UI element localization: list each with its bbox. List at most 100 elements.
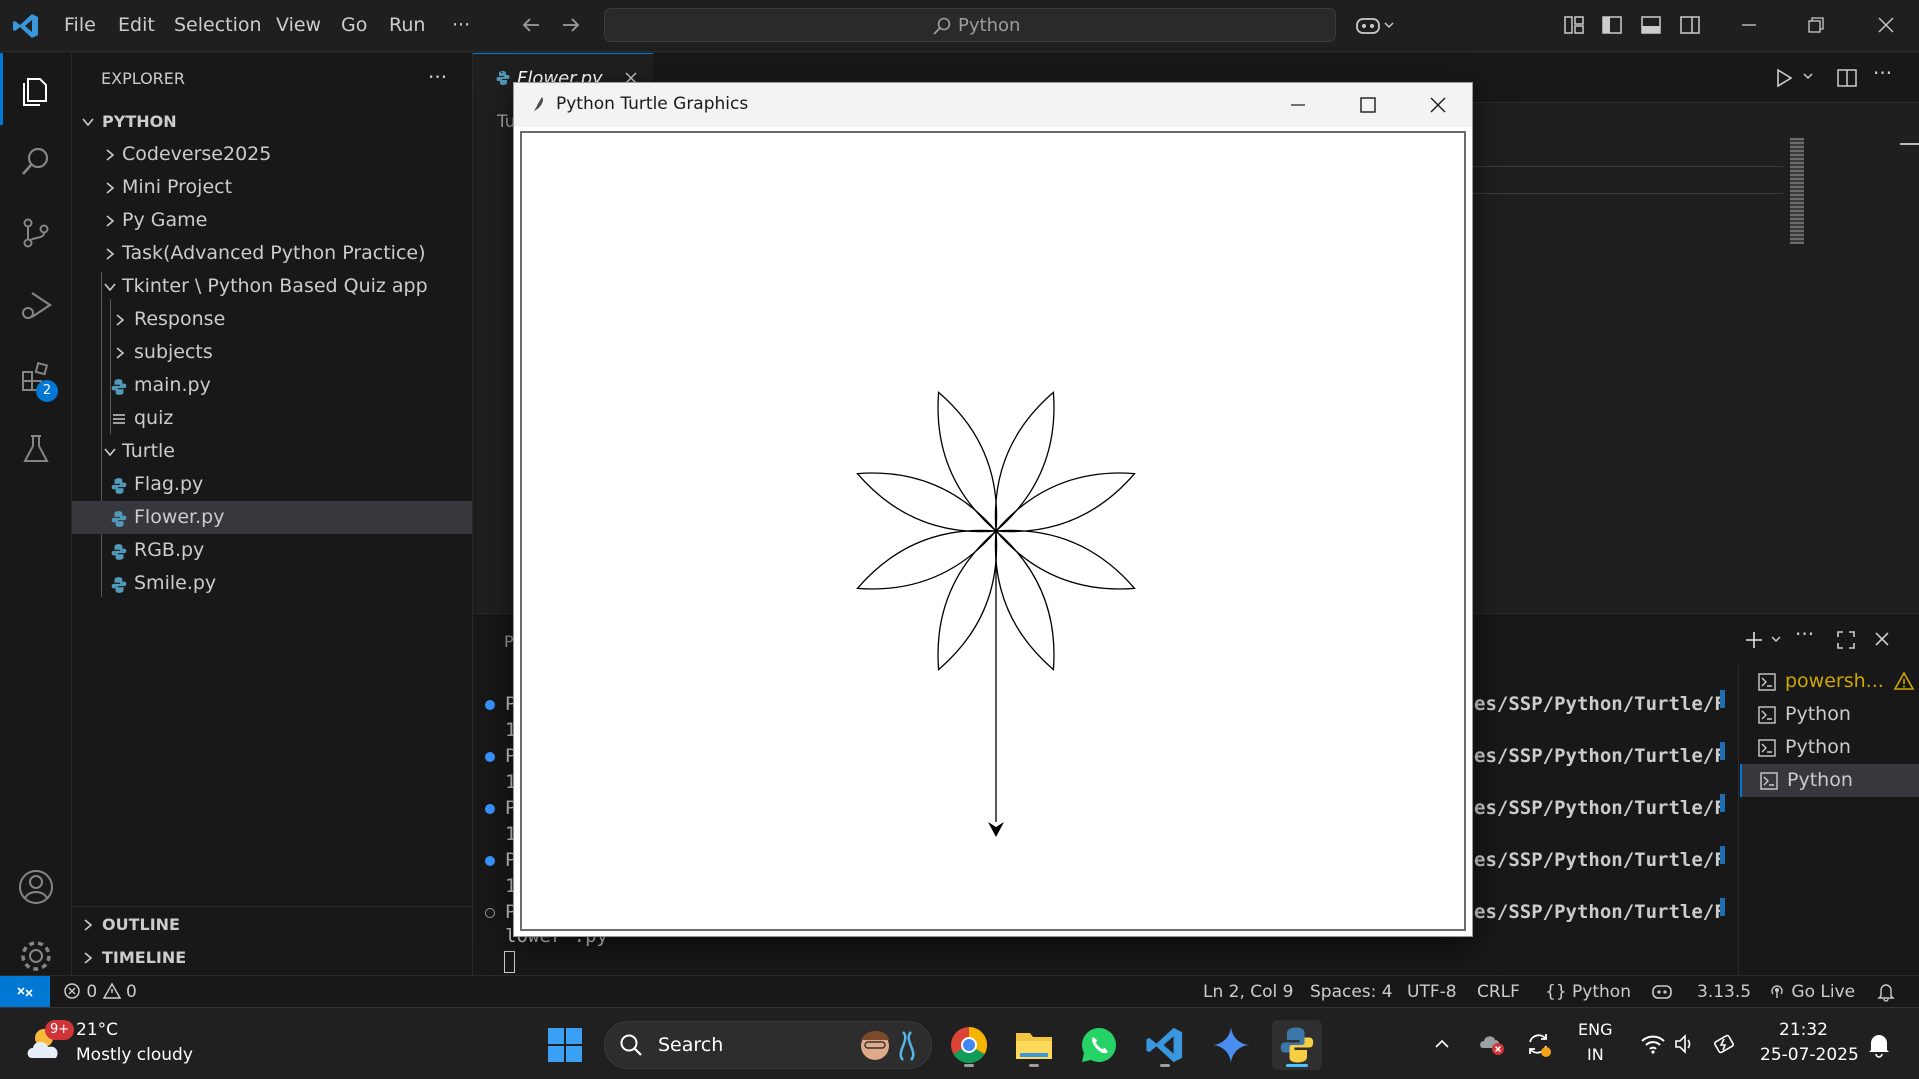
file-explorer-app-icon[interactable] [1009,1020,1059,1070]
menu-file[interactable]: File [64,14,96,36]
turtle-title-bar[interactable]: Python Turtle Graphics [514,83,1472,127]
toggle-sidebar-icon[interactable] [1601,14,1623,36]
extensions-icon[interactable]: 2 [0,341,72,413]
terminal-instance[interactable]: powersh... [1740,665,1919,698]
terminal-instance[interactable]: Python [1740,698,1919,731]
copilot-status-icon[interactable] [1651,982,1673,1002]
command-status-dot[interactable] [485,700,495,710]
turtle-maximize-icon[interactable] [1358,95,1378,115]
problems-indicator[interactable]: 0 0 [63,982,137,1002]
turtle-canvas[interactable] [520,131,1466,931]
tree-item[interactable]: Response [72,303,472,336]
sync-icon[interactable] [1524,1030,1552,1058]
tree-item[interactable]: Py Game [72,204,472,237]
command-status-dot[interactable] [485,856,495,866]
tree-item[interactable]: subjects [72,336,472,369]
run-debug-icon[interactable] [0,269,72,341]
command-status-dot[interactable] [485,752,495,762]
menu-go[interactable]: Go [341,14,367,36]
indentation[interactable]: Spaces: 4 [1310,982,1393,1002]
copilot-icon[interactable] [1355,13,1395,37]
language-in[interactable]: IN [1587,1045,1604,1064]
weather-condition[interactable]: Mostly cloudy [76,1045,193,1065]
notifications-bell-icon[interactable] [1877,982,1895,1002]
menu-run[interactable]: Run [389,14,425,36]
editor-more-icon[interactable]: ··· [1873,61,1892,85]
cursor-position[interactable]: Ln 2, Col 9 [1203,982,1294,1002]
close-panel-icon[interactable] [1873,630,1891,648]
show-hidden-icons-chevron-icon[interactable] [1432,1034,1452,1054]
tree-item[interactable]: Task(Advanced Python Practice) [72,237,472,270]
section-header-python[interactable]: PYTHON [72,105,472,138]
panel-more-icon[interactable]: ··· [1795,622,1814,646]
menu-more[interactable]: ··· [452,14,470,36]
taskbar-search[interactable]: Search [604,1021,932,1069]
minimize-icon[interactable] [1738,14,1760,36]
turtle-close-icon[interactable] [1428,95,1448,115]
tree-item[interactable]: main.py [72,369,472,402]
run-dropdown-chevron-icon[interactable] [1801,69,1815,83]
python-version[interactable]: 3.13.5 [1697,982,1751,1002]
tree-item[interactable]: RGB.py [72,534,472,567]
notification-center-icon[interactable] [1866,1032,1892,1058]
tree-item[interactable]: quiz [72,402,472,435]
clock-time[interactable]: 21:32 [1779,1020,1828,1040]
language-eng[interactable]: ENG [1578,1020,1612,1039]
tree-item[interactable]: Turtle [72,435,472,468]
tree-item[interactable]: Mini Project [72,171,472,204]
command-status-dot[interactable] [485,908,495,918]
vscode-app-icon[interactable] [1140,1020,1190,1070]
run-python-file-icon[interactable] [1773,67,1795,89]
terminal-instance[interactable]: Python [1740,731,1919,764]
menu-edit[interactable]: Edit [118,14,155,36]
toggle-panel-icon[interactable] [1640,14,1662,36]
menu-selection[interactable]: Selection [174,14,262,36]
tree-item[interactable]: Flower.py [72,501,472,534]
minimap[interactable] [1790,138,1804,244]
tree-item[interactable]: Smile.py [72,567,472,600]
restore-icon[interactable] [1805,14,1827,36]
weather-widget-icon[interactable]: 9+ [22,1020,75,1068]
language-mode[interactable]: {} Python [1545,982,1631,1002]
toggle-secondary-sidebar-icon[interactable] [1679,14,1701,36]
chrome-app-icon[interactable] [944,1020,994,1070]
tree-item[interactable]: Tkinter \ Python Based Quiz app [72,270,472,303]
explorer-icon[interactable] [0,53,72,125]
menu-view[interactable]: View [276,14,321,36]
onedrive-error-icon[interactable] [1478,1030,1506,1056]
maximize-panel-icon[interactable] [1835,629,1857,651]
forward-arrow-icon[interactable] [560,14,582,36]
remote-indicator[interactable] [0,976,50,1008]
new-terminal-plus-icon[interactable] [1743,629,1765,651]
clock-date[interactable]: 25-07-2025 [1760,1045,1859,1065]
terminal-instance[interactable]: Python [1740,764,1919,797]
command-center-search[interactable]: Python [604,8,1336,42]
customize-layout-icon[interactable] [1563,14,1585,36]
whatsapp-app-icon[interactable] [1074,1020,1124,1070]
go-live-button[interactable]: Go Live [1768,982,1855,1002]
close-icon[interactable] [1875,14,1897,36]
start-windows-icon[interactable] [540,1020,590,1070]
volume-icon[interactable] [1673,1032,1697,1056]
encoding[interactable]: UTF-8 [1407,982,1457,1002]
command-status-dot[interactable] [485,804,495,814]
python-turtle-app-icon[interactable] [1272,1020,1322,1070]
explorer-more-icon[interactable]: ··· [428,65,447,89]
section-header-outline[interactable]: OUTLINE [72,908,472,941]
section-header-timeline[interactable]: TIMELINE [72,941,472,974]
source-control-icon[interactable] [0,197,72,269]
battery-charging-icon[interactable] [1713,1032,1737,1056]
back-arrow-icon[interactable] [520,14,542,36]
turtle-graphics-window[interactable]: Python Turtle Graphics [513,82,1473,937]
wifi-icon[interactable] [1640,1032,1666,1056]
tree-item[interactable]: Codeverse2025 [72,138,472,171]
tree-item[interactable]: Flag.py [72,468,472,501]
gemini-app-icon[interactable] [1206,1020,1256,1070]
split-editor-icon[interactable] [1836,67,1858,89]
search-sidebar-icon[interactable] [0,125,72,197]
temperature[interactable]: 21°C [76,1020,118,1040]
end-of-line[interactable]: CRLF [1477,982,1520,1002]
terminal-dropdown-chevron-icon[interactable] [1769,632,1783,646]
accounts-icon[interactable] [0,851,72,923]
testing-icon[interactable] [0,413,72,485]
